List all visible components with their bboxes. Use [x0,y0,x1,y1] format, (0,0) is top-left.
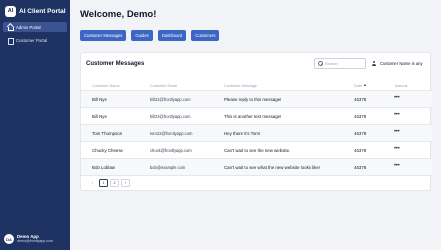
cell-customer-name: Chucky Cheese [92,147,123,153]
brand-name: AI Client Portal [19,7,66,15]
page-title: Welcome, Demo! [80,9,157,20]
cell-date: 45378 [354,164,367,170]
filter-label: Customer Name is any [380,61,423,66]
previous-page-button[interactable]: ‹ [88,179,97,187]
user-profile[interactable]: DA Demo App demo@frontlyapp.com [4,233,53,245]
column-header-customer-name[interactable]: Customer Name [92,84,120,88]
cell-date: 45378 [354,96,367,102]
sidebar-item-label: Admin Portal [16,24,41,30]
cell-customer-email: bill22@frontlyapp.com [150,96,191,102]
column-header-date[interactable]: Date [354,84,366,88]
column-header-customer-email[interactable]: Customer Email [150,84,177,88]
more-actions-icon[interactable]: ••• [394,129,402,135]
customer-messages-button[interactable]: Customer Messages [80,30,127,41]
quick-action-bar: Customer Messages Guides Dashboard Custo… [80,30,224,41]
cell-customer-email: bob@example.com [150,164,186,170]
cell-customer-message: Please reply to this message! [224,96,282,102]
sidebar-nav: Admin Portal Customer Portal [3,22,67,48]
cell-customer-name: Bob Loblaw [92,164,115,170]
cell-customer-name: Bill Nye [92,96,107,102]
table-body: Bill Nye bill22@frontlyapp.com Please re… [81,91,432,176]
table-row[interactable]: Chucky Cheese chuck@frontlyapp.com Can't… [81,142,432,159]
table-row[interactable]: Bob Loblaw bob@example.com Can't wait to… [81,159,432,176]
cell-customer-message: Hey there it's Tom! [224,130,261,136]
table-header: Customer Name Customer Email Customer Me… [81,80,432,91]
more-actions-icon[interactable]: ••• [394,112,402,118]
person-icon [372,61,378,66]
avatar: DA [4,234,14,244]
customer-name-filter-button[interactable]: Customer Name is any [372,58,423,69]
table-row[interactable]: Bill Nye bill22@frontlyapp.com Please re… [81,91,432,108]
guides-button[interactable]: Guides [131,30,153,41]
cell-customer-name: Tom Thompson [92,130,123,136]
table-row[interactable]: Tom Thompson tom22@frontlyapp.com Hey th… [81,125,432,142]
page-1-button[interactable]: 1 [99,179,108,187]
card-title: Customer Messages [86,61,145,67]
more-actions-icon[interactable]: ••• [394,163,402,169]
search-input[interactable] [325,61,365,66]
cell-customer-email: bill23@frontlyapp.com [150,113,191,119]
page-2-button[interactable]: 2 [110,179,119,187]
house-icon [7,24,14,31]
brand[interactable]: AI AI Client Portal [5,5,66,17]
search-icon [318,61,323,66]
customers-button[interactable]: Customers [191,30,220,41]
table-row[interactable]: Bill Nye bill23@frontlyapp.com This is a… [81,108,432,125]
brand-logo: AI [5,5,16,17]
column-header-actions: Actions [395,83,408,88]
column-header-date-label: Date [354,83,363,88]
cell-customer-message: This is another test message! [224,113,282,119]
cell-date: 45378 [354,130,367,136]
more-actions-icon[interactable]: ••• [394,146,402,152]
cell-customer-name: Bill Nye [92,113,107,119]
document-icon [7,37,14,45]
customer-messages-card: Customer Messages Customer Name is any C… [80,52,432,191]
search-box[interactable] [314,58,366,69]
cell-date: 45378 [354,147,367,153]
next-page-button[interactable]: › [121,179,130,187]
cell-customer-email: chuck@frontlyapp.com [150,147,192,153]
column-header-customer-message[interactable]: Customer Message [224,84,257,88]
pagination: ‹ 1 2 › [88,179,132,187]
sidebar-item-admin-portal[interactable]: Admin Portal [3,22,67,32]
sidebar: AI AI Client Portal Admin Portal Custome… [0,0,70,250]
cell-customer-message: Can't wait to see what the new website l… [224,164,321,170]
sidebar-item-customer-portal[interactable]: Customer Portal [3,35,67,45]
cell-customer-message: Can't wait to see the new website. [224,147,291,153]
dashboard-button[interactable]: Dashboard [157,30,187,41]
more-actions-icon[interactable]: ••• [394,95,402,101]
cell-date: 45378 [354,113,367,119]
user-email: demo@frontlyapp.com [17,238,54,243]
sort-ascending-icon [363,84,366,87]
cell-customer-email: tom22@frontlyapp.com [150,130,193,136]
sidebar-item-label: Customer Portal [16,37,48,43]
